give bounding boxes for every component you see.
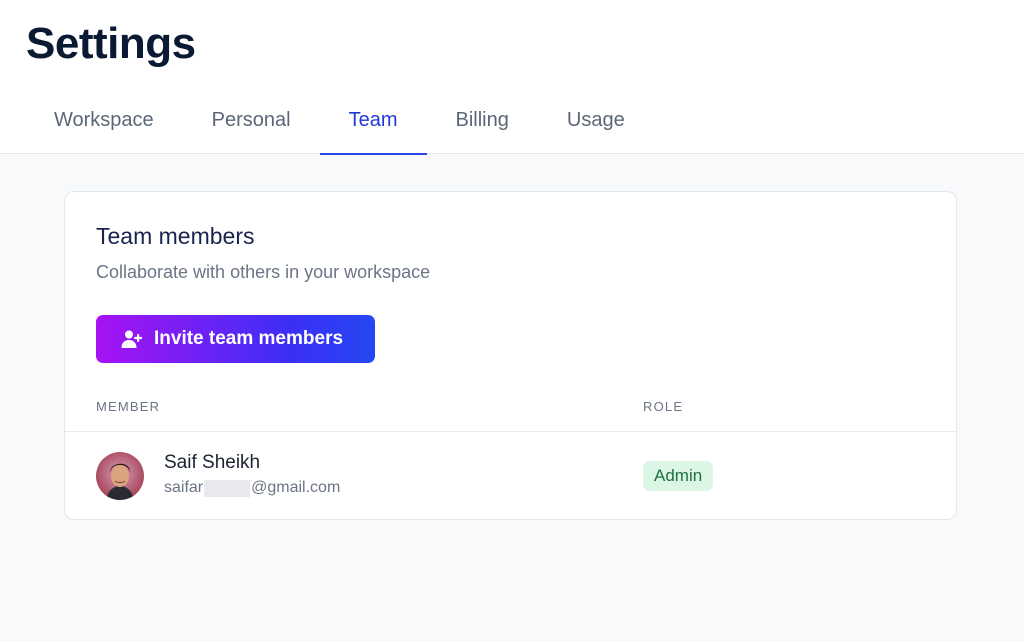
settings-page: Settings Workspace Personal Team Billing… <box>0 0 1024 641</box>
page-title: Settings <box>26 19 196 68</box>
table-divider <box>65 431 956 432</box>
team-members-card: Team members Collaborate with others in … <box>64 191 957 520</box>
card-subtitle: Collaborate with others in your workspac… <box>96 262 431 282</box>
tab-usage[interactable]: Usage <box>538 86 654 154</box>
invite-button-label: Invite team members <box>154 328 344 349</box>
tab-billing[interactable]: Billing <box>427 86 538 154</box>
avatar <box>96 452 144 500</box>
member-email-prefix: saifar <box>164 479 204 496</box>
column-header-member[interactable]: MEMBER <box>96 399 160 414</box>
member-email: saifar @gmail.com <box>164 479 340 497</box>
settings-header: Settings Workspace Personal Team Billing… <box>0 0 1024 155</box>
member-email-suffix: @gmail.com <box>251 479 341 496</box>
column-header-role[interactable]: ROLE <box>643 399 683 414</box>
email-redaction <box>204 479 251 497</box>
role-badge-admin[interactable]: Admin <box>643 461 714 491</box>
tab-workspace[interactable]: Workspace <box>25 86 183 154</box>
user-plus-icon <box>121 328 143 350</box>
tab-team[interactable]: Team <box>319 86 427 155</box>
card-title: Team members <box>96 223 255 249</box>
invite-team-members-button[interactable]: Invite team members <box>96 315 375 363</box>
tab-personal[interactable]: Personal <box>183 86 320 154</box>
member-name: Saif Sheikh <box>164 452 261 473</box>
settings-tabs: Workspace Personal Team Billing Usage <box>25 86 654 155</box>
